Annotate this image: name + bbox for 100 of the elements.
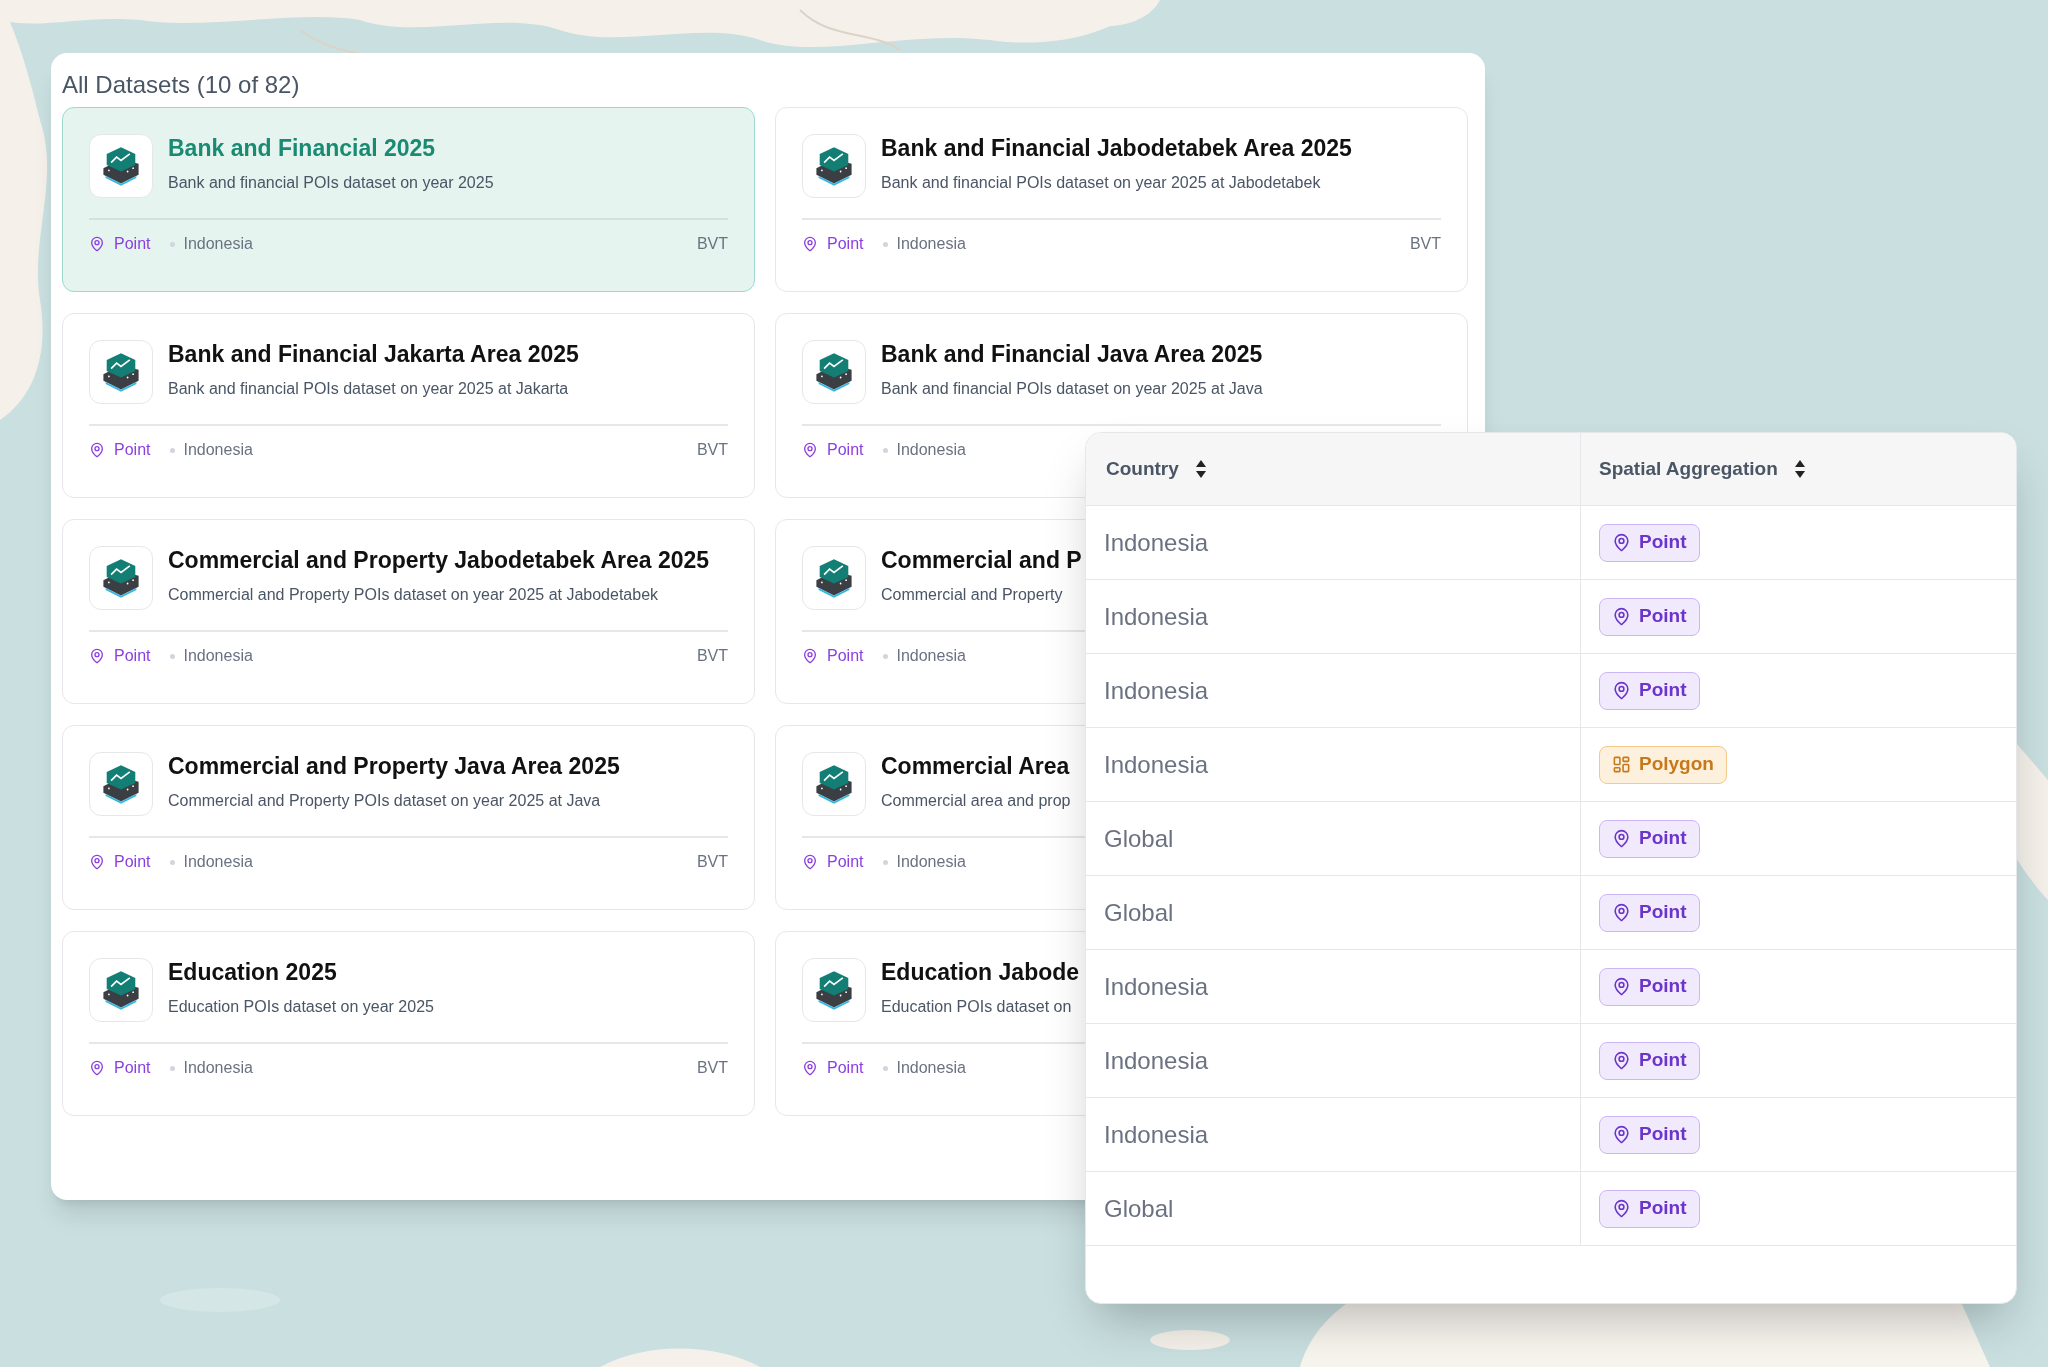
type-label: Point [827,1058,864,1078]
dataset-logo-icon [89,546,153,610]
country-label: Indonesia [183,646,253,666]
type-label: Point [114,852,151,872]
country-label: Indonesia [183,1058,253,1078]
dataset-logo-icon [89,752,153,816]
country-cell-text: Indonesia [1104,601,1209,632]
country-cell-text: Global [1104,823,1174,854]
point-badge: Point [1599,967,1700,1006]
polygon-badge: Polygon [1599,745,1727,784]
pin-icon [1612,607,1631,626]
pin-icon [89,236,105,252]
point-badge: Point [1599,671,1700,710]
pin-icon [802,236,818,252]
country-cell-text: Indonesia [1104,971,1209,1002]
dataset-title: Commercial and P [881,546,1082,575]
type-label: Point [114,646,151,666]
dot-separator-icon [883,447,889,453]
dot-separator-icon [883,241,889,247]
dot-separator-icon [170,1065,176,1071]
type-label: Point [827,440,864,460]
type-label: Point [827,646,864,666]
dot-separator-icon [170,241,176,247]
dot-separator-icon [170,447,176,453]
type-label: Point [114,1058,151,1078]
dot-separator-icon [883,859,889,865]
country-cell-text: Indonesia [1104,749,1209,780]
column-header[interactable]: Spatial Aggregation [1599,454,1778,484]
type-label: Point [827,852,864,872]
dataset-logo-icon [89,958,153,1022]
country-label: Indonesia [183,234,253,254]
dataset-description: Education POIs dataset on [881,996,1073,1017]
column-header[interactable]: Country [1106,454,1179,484]
dataset-logo-icon [89,134,153,198]
dataset-card[interactable]: Commercial and Property Java Area 2025 Commercial and Property POIs dataset on year 2025 at Java Point Indonesia BVT [62,725,755,910]
source-label: BVT [696,646,728,666]
dataset-title: Bank and Financial Jabodetabek Area 2025 [881,134,1352,163]
country-cell-text: Indonesia [1104,527,1209,558]
dataset-description: Education POIs dataset on year 2025 [168,996,434,1017]
pin-icon [1612,533,1631,552]
dataset-title: Bank and Financial 2025 [168,134,437,163]
pin-icon [802,1060,818,1076]
country-label: Indonesia [183,440,253,460]
dataset-description: Bank and financial POIs dataset on year 2025 [168,172,494,193]
dataset-description: Bank and financial POIs dataset on year 2025 at Jabodetabek [881,172,1322,193]
pin-icon [1612,1051,1631,1070]
pin-icon [1612,829,1631,848]
dataset-description: Bank and financial POIs dataset on year 2025 at Java [881,378,1263,399]
sort-icon[interactable] [1793,459,1806,479]
pin-icon [1612,681,1631,700]
dot-separator-icon [170,859,176,865]
pin-icon [1612,1199,1631,1218]
point-badge: Point [1599,1189,1700,1228]
dataset-title: Commercial and Property Java Area 2025 [168,752,620,781]
source-label: BVT [696,234,728,254]
sort-icon[interactable] [1194,459,1207,479]
source-label: BVT [696,440,728,460]
pin-icon [1612,1125,1631,1144]
dataset-card[interactable]: Education 2025 Education POIs dataset on year 2025 Point Indonesia BVT [62,931,755,1116]
dataset-description: Bank and financial POIs dataset on year 2025 at Jakarta [168,378,570,399]
country-cell-text: Indonesia [1104,1045,1209,1076]
pin-icon [1612,977,1631,996]
type-label: Point [114,234,151,254]
dot-separator-icon [883,653,889,659]
dataset-logo-icon [802,134,866,198]
country-cell-text: Global [1104,897,1174,928]
point-badge: Point [1599,819,1700,858]
country-label: Indonesia [896,646,966,666]
country-label: Indonesia [896,440,966,460]
dataset-card[interactable]: Commercial and Property Jabodetabek Area 2025 Commercial and Property POIs dataset on year 2025 at Jabodetabek Point Indonesia BVT [62,519,755,704]
pin-icon [89,648,105,664]
point-badge: Point [1599,1115,1700,1154]
dot-separator-icon [170,653,176,659]
pin-icon [89,1060,105,1076]
pin-icon [89,854,105,870]
pin-icon [1612,903,1631,922]
country-label: Indonesia [183,852,253,872]
country-cell-text: Indonesia [1104,1119,1209,1150]
country-label: Indonesia [896,852,966,872]
dataset-description: Commercial area and prop [881,790,1071,811]
dataset-description: Commercial and Property POIs dataset on year 2025 at Java [168,790,602,811]
pin-icon [89,442,105,458]
dot-separator-icon [883,1065,889,1071]
dataset-card[interactable]: Bank and Financial Jabodetabek Area 2025 Bank and financial POIs dataset on year 2025 at Jabodetabek Point Indonesia BVT [775,107,1468,292]
dataset-title: Commercial and Property Jabodetabek Area 2025 [168,546,710,575]
source-label: BVT [1409,234,1441,254]
dataset-card[interactable]: Bank and Financial Jakarta Area 2025 Bank and financial POIs dataset on year 2025 at Jakarta Point Indonesia BVT [62,313,755,498]
panel-title: All Datasets (10 of 82) [62,70,301,100]
point-badge: Point [1599,597,1700,636]
country-label: Indonesia [896,234,966,254]
country-cell-text: Global [1104,1193,1174,1224]
dataset-logo-icon [89,340,153,404]
point-badge: Point [1599,523,1700,562]
country-cell-text: Indonesia [1104,675,1209,706]
source-label: BVT [696,852,728,872]
dataset-card[interactable]: Bank and Financial 2025 Bank and financial POIs dataset on year 2025 Point Indonesia BVT [62,107,755,292]
country-label: Indonesia [896,1058,966,1078]
point-badge: Point [1599,893,1700,932]
dataset-title: Education Jabode [881,958,1080,987]
source-label: BVT [696,1058,728,1078]
